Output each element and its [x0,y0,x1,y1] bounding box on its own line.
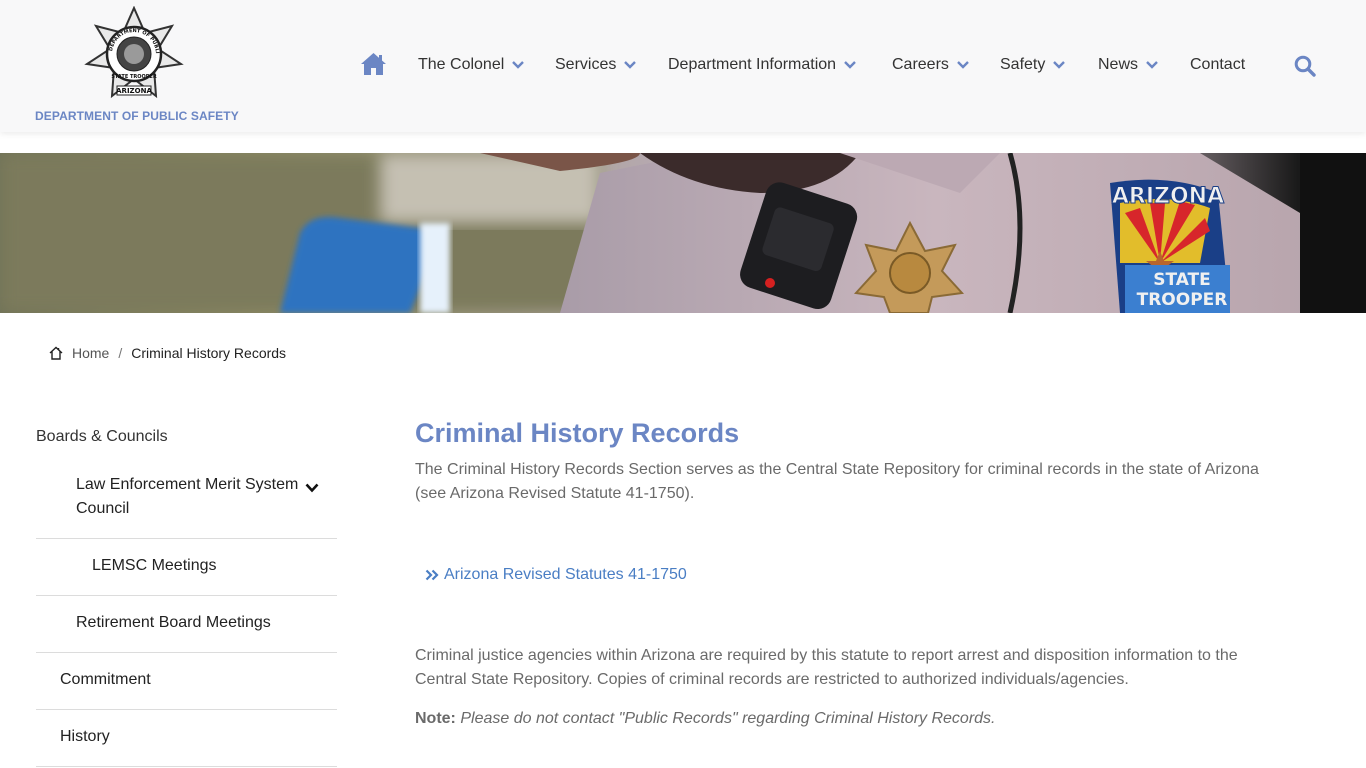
site-header: DEPARTMENT OF PUBLIC SAFETY STATE TROOPE… [0,0,1366,132]
search-icon[interactable] [1294,55,1316,77]
svg-text:TROOPER: TROOPER [1137,290,1228,310]
nav-item-services[interactable]: Services [555,56,637,74]
nav-item-careers[interactable]: Careers [892,56,969,74]
dps-badge-logo: DEPARTMENT OF PUBLIC SAFETY STATE TROOPE… [84,6,184,99]
hero-banner: ARIZONA STATE TROOPER [0,153,1366,313]
chevron-down-icon[interactable] [305,483,319,493]
logo-caption: DEPARTMENT OF PUBLIC SAFETY [35,109,239,123]
double-chevron-right-icon [425,569,439,581]
svg-text:STATE TROOPER: STATE TROOPER [111,74,157,80]
sidebar-item-lemsc-meetings[interactable]: LEMSC Meetings [36,539,337,596]
statute-41-1750-link[interactable]: Arizona Revised Statutes 41-1750 [425,566,687,584]
chevron-down-icon [1053,61,1066,69]
breadcrumb-current: Criminal History Records [131,345,287,361]
sidebar-item-history[interactable]: History [36,710,337,767]
requirements-paragraph: Criminal justice agencies within Arizona… [415,647,1238,688]
sidebar-item-retirement-board-meetings[interactable]: Retirement Board Meetings [36,596,337,653]
breadcrumb: Home / Criminal History Records [48,343,286,363]
home-icon[interactable] [360,52,387,76]
nav-item-safety[interactable]: Safety [1000,56,1066,74]
arizona-patch-icon: ARIZONA STATE TROOPER [1110,179,1230,313]
sidebar-item-law-enforcement-merit-system-council[interactable]: Law Enforcement Merit System Council [36,468,337,539]
nav-item-contact[interactable]: Contact [1190,56,1245,74]
chevron-down-icon [844,61,856,69]
note-label: Note: [415,710,456,727]
intro-paragraph: The Criminal History Records Section ser… [415,461,1259,502]
nav-item-news[interactable]: News [1098,56,1158,74]
home-outline-icon [49,346,63,360]
chevron-down-icon [512,61,525,69]
note-paragraph: Note: Please do not contact "Public Reco… [415,710,996,728]
nav-item-department-information[interactable]: Department Information [668,56,856,74]
site-logo-link[interactable]: DEPARTMENT OF PUBLIC SAFETY STATE TROOPE… [30,6,240,126]
svg-text:ARIZONA: ARIZONA [1112,184,1224,209]
chevron-down-icon [957,61,969,69]
svg-text:STATE: STATE [1153,270,1211,290]
sidebar-item-commitment[interactable]: Commitment [36,653,337,710]
trooper-hero-image: ARIZONA STATE TROOPER [0,153,1366,313]
breadcrumb-home-link[interactable]: Home [72,345,109,361]
page-title: Criminal History Records [415,418,740,448]
sidebar-title-boards-councils[interactable]: Boards & Councils [36,428,168,446]
nav-item-the-colonel[interactable]: The Colonel [418,56,525,74]
chevron-down-icon [1146,61,1158,69]
chevron-down-icon [624,61,637,69]
breadcrumb-separator: / [118,345,123,361]
svg-text:ARIZONA: ARIZONA [116,87,152,95]
note-text: Please do not contact "Public Records" r… [460,710,996,727]
